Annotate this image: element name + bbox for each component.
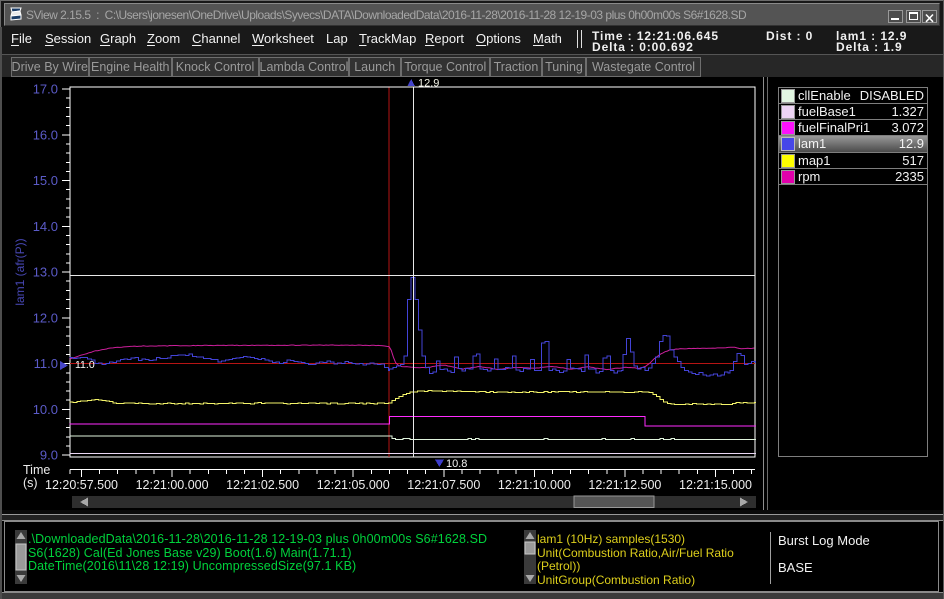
svg-text:12:21:00.000: 12:21:00.000 (136, 478, 209, 492)
svg-text:12:21:10.000: 12:21:10.000 (498, 478, 571, 492)
svg-text:12:21:12.500: 12:21:12.500 (588, 478, 661, 492)
svg-text:10.0: 10.0 (33, 402, 58, 417)
svg-text:15.0: 15.0 (33, 173, 58, 188)
svg-text:9.0: 9.0 (40, 448, 58, 463)
svg-text:11.0: 11.0 (34, 356, 58, 371)
svg-text:lam1 (afr(P)): lam1 (afr(P)) (13, 238, 27, 305)
svg-text:Time: Time (23, 463, 50, 477)
svg-text:12:21:15.000: 12:21:15.000 (679, 478, 752, 492)
svg-text:12:21:05.000: 12:21:05.000 (317, 478, 390, 492)
svg-text:12:21:02.500: 12:21:02.500 (226, 478, 299, 492)
svg-text:16.0: 16.0 (33, 127, 58, 142)
svg-text:12:21:07.500: 12:21:07.500 (407, 478, 480, 492)
svg-text:12.9: 12.9 (418, 78, 439, 90)
svg-text:14.0: 14.0 (33, 219, 58, 234)
svg-text:17.0: 17.0 (33, 82, 58, 97)
svg-text:(s): (s) (23, 476, 38, 490)
svg-text:13.0: 13.0 (33, 265, 58, 280)
svg-text:11.0: 11.0 (75, 359, 95, 371)
svg-text:12.0: 12.0 (33, 310, 58, 325)
svg-text:12:20:57.500: 12:20:57.500 (45, 478, 118, 492)
svg-text:10.8: 10.8 (446, 458, 467, 470)
